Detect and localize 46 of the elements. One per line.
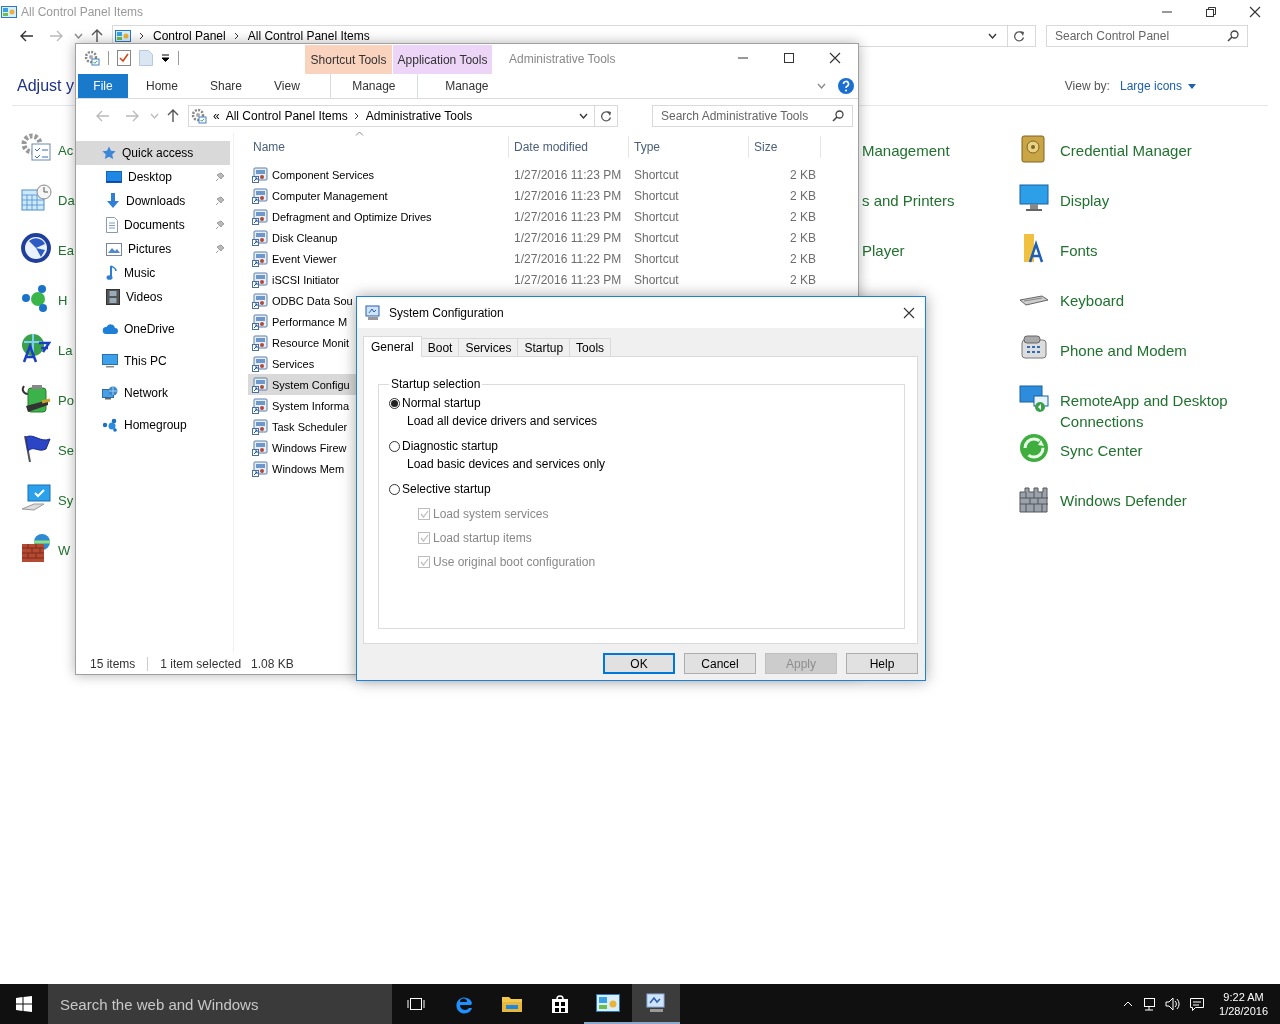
- file-name: iSCSI Initiator: [272, 273, 340, 286]
- file-name: Computer Management: [272, 189, 388, 202]
- file-name: Resource Monit: [272, 336, 350, 349]
- context-tab-header: Shortcut Tools: [305, 45, 392, 74]
- file-name: Task Scheduler: [272, 420, 348, 433]
- size-cell-text: 2 KB: [789, 209, 816, 224]
- option-description: Load all device drivers and services: [406, 414, 599, 428]
- file-name: Windows Firew: [272, 441, 347, 454]
- size-cell-text: 2 KB: [789, 230, 816, 245]
- context-tab-header: Application Tools: [393, 45, 492, 74]
- type-cell-text: Shortcut: [633, 230, 680, 245]
- group-label: Startup selection: [390, 377, 482, 391]
- window-title: All Control Panel Items: [21, 5, 144, 19]
- file-name: ODBC Data Sou: [272, 294, 353, 307]
- file-name: System Configu: [272, 378, 350, 391]
- date-cell-text: 1/27/2016 11:23 PM: [513, 209, 623, 224]
- size-cell-text: 2 KB: [789, 188, 816, 203]
- selection-status: 1 item selected: [160, 656, 242, 671]
- file-name: Services: [272, 357, 315, 370]
- type-cell-text: Shortcut: [633, 272, 680, 287]
- file-name: Component Services: [272, 168, 375, 181]
- selection-size: 1.08 KB: [251, 656, 294, 671]
- page-heading: Adjust y: [17, 77, 74, 95]
- date-cell-text: 1/27/2016 11:23 PM: [513, 167, 623, 182]
- date-cell-text: 1/27/2016 11:22 PM: [513, 251, 623, 266]
- window-title: Administrative Tools: [508, 51, 616, 66]
- type-cell-text: Shortcut: [633, 209, 680, 224]
- view-by-label: View by:: [1064, 79, 1110, 93]
- file-name: Event Viewer: [272, 252, 337, 265]
- size-cell-text: 2 KB: [789, 251, 816, 266]
- type-cell-text: Shortcut: [633, 251, 680, 266]
- type-cell-text: Shortcut: [633, 188, 680, 203]
- date-cell-text: 1/27/2016 11:23 PM: [513, 188, 623, 203]
- size-cell-text: 2 KB: [789, 167, 816, 182]
- item-count: 15 items: [90, 656, 136, 671]
- date-cell-text: 1/27/2016 11:23 PM: [513, 272, 623, 287]
- dialog-title: System Configuration: [389, 305, 504, 320]
- file-name: System Informa: [272, 399, 350, 412]
- file-name: Windows Mem: [272, 462, 345, 475]
- date-cell-text: 1/27/2016 11:29 PM: [513, 230, 623, 245]
- option-description: Load basic devices and services only: [406, 457, 607, 471]
- type-cell-text: Shortcut: [633, 167, 680, 182]
- file-name: Disk Cleanup: [272, 231, 338, 244]
- size-cell-text: 2 KB: [789, 272, 816, 287]
- file-name: Performance M: [272, 315, 348, 328]
- file-name: Defragment and Optimize Drives: [272, 210, 432, 223]
